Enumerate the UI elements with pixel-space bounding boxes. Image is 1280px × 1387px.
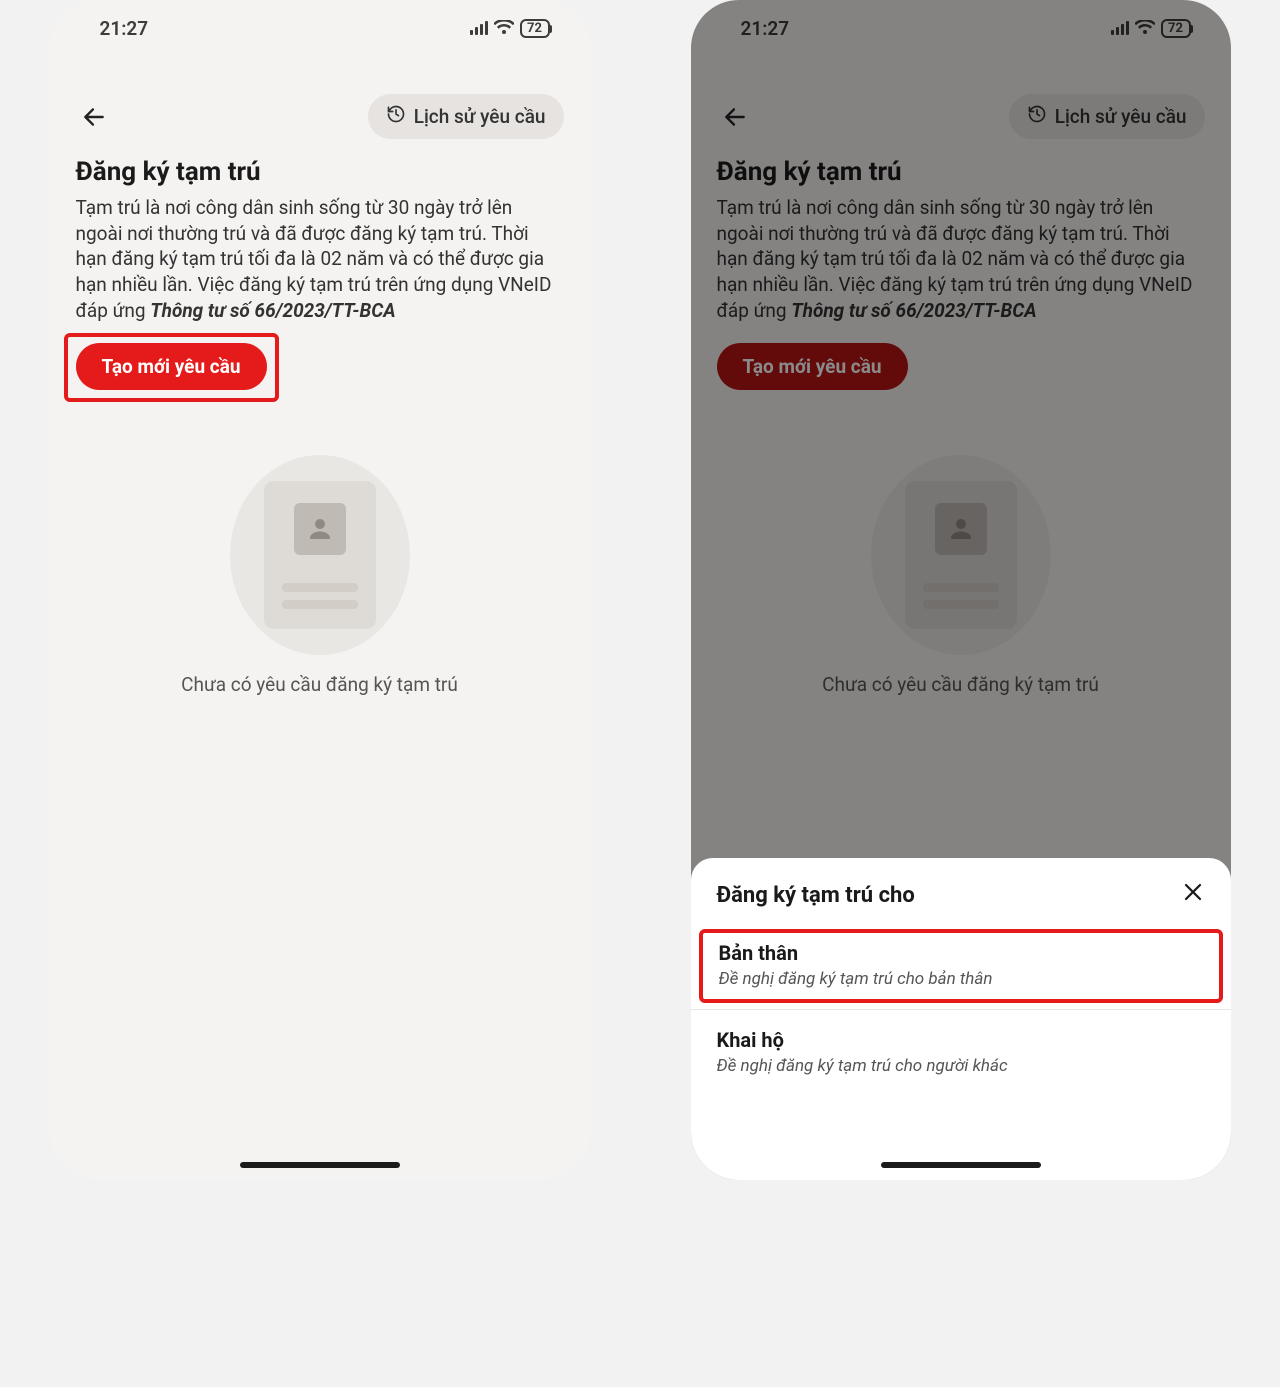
status-time: 21:27	[100, 17, 149, 40]
history-icon	[386, 104, 406, 129]
status-bar: 21:27 72	[50, 0, 590, 56]
wifi-icon	[494, 20, 514, 36]
history-button-label: Lịch sử yêu cầu	[414, 105, 546, 128]
option-other[interactable]: Khai hộ Đề nghị đăng ký tạm trú cho ngườ…	[691, 1016, 1231, 1090]
create-request-button[interactable]: Tạo mới yêu cầu	[76, 343, 267, 390]
create-request-label: Tạo mới yêu cầu	[102, 355, 241, 378]
empty-state-text: Chưa có yêu cầu đăng ký tạm trú	[50, 673, 590, 696]
home-indicator[interactable]	[881, 1162, 1041, 1168]
empty-illustration	[230, 455, 410, 655]
option-title: Bản thân	[719, 941, 1203, 965]
battery-icon: 72	[520, 19, 550, 38]
phone-screen-left: 21:27 72 Lịch sử yêu cầu	[50, 0, 590, 1180]
page-title: Đăng ký tạm trú	[50, 149, 590, 195]
desc-reference: Thông tư số 66/2023/TT-BCA	[150, 299, 396, 322]
history-button[interactable]: Lịch sử yêu cầu	[368, 94, 564, 139]
divider	[691, 1009, 1231, 1010]
option-self[interactable]: Bản thân Đề nghị đăng ký tạm trú cho bản…	[701, 931, 1221, 1001]
person-icon	[294, 503, 346, 555]
option-subtitle: Đề nghị đăng ký tạm trú cho người khác	[717, 1056, 1205, 1076]
option-title: Khai hộ	[717, 1028, 1205, 1052]
option-subtitle: Đề nghị đăng ký tạm trú cho bản thân	[719, 969, 1203, 989]
home-indicator[interactable]	[240, 1162, 400, 1168]
close-button[interactable]	[1181, 880, 1205, 911]
phone-screen-right: 21:27 72 Lịch sử yêu cầu	[691, 0, 1231, 1180]
bottom-sheet: Đăng ký tạm trú cho Bản thân Đề nghị đăn…	[691, 858, 1231, 1180]
page-description: Tạm trú là nơi công dân sinh sống từ 30 …	[50, 195, 590, 323]
back-button[interactable]	[76, 99, 112, 135]
sheet-title: Đăng ký tạm trú cho	[717, 883, 915, 908]
signal-icon	[470, 21, 488, 35]
